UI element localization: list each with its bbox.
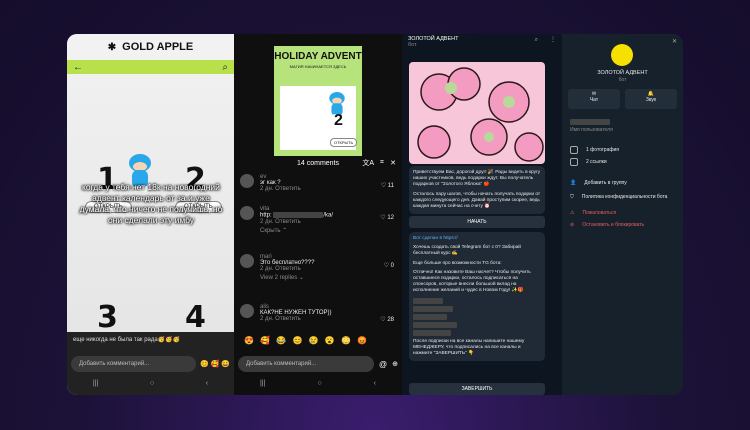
advent-subtitle: МАГИЯ НАЧИНАЕТСЯ ЗДЕСЬ: [289, 64, 347, 69]
close-icon[interactable]: ✕: [390, 159, 396, 167]
search-icon[interactable]: ⌕: [535, 37, 538, 43]
start-button[interactable]: НАЧАТЬ: [409, 216, 545, 228]
like-count: 0: [390, 263, 394, 269]
back-arrow-icon[interactable]: ←: [73, 62, 83, 73]
home-nav-icon[interactable]: ○: [150, 380, 154, 387]
finish-button[interactable]: ЗАВЕРШИТЬ: [409, 383, 545, 395]
report-row[interactable]: ⚠ Пожаловаться: [570, 210, 616, 216]
advent-card: 2 ОТКРЫТЬ: [280, 86, 358, 150]
bot-info-panel: ЗОЛОТОЙ АДВЕНТ бот ✉ Чат 🔔 Звук Имя поль…: [562, 34, 683, 395]
home-nav-icon[interactable]: ○: [317, 380, 321, 387]
advent-title: HOLIDAY ADVENT: [274, 51, 362, 62]
like-count: 28: [387, 317, 394, 323]
comment-input[interactable]: Добавить комментарий...: [238, 356, 374, 372]
comment-4: alis КАК?НЕ НУЖЕН ТУТОР)) 2 дн. Ответить…: [234, 304, 402, 323]
avatar: [240, 254, 254, 268]
message-1: Приветствуем Вас, дорогой друг! 🎉 Рады в…: [409, 166, 545, 215]
comment-input[interactable]: Добавить комментарий...: [71, 356, 196, 372]
add-group-row[interactable]: 👤 Добавить в группу: [570, 180, 627, 186]
more-icon[interactable]: ⋮: [550, 37, 556, 43]
advent-day-number: 2: [334, 112, 343, 129]
logo-icon: ✱: [107, 41, 117, 53]
photos-row[interactable]: 1 фотография: [570, 146, 619, 154]
telegram-chat-panel: ЗОЛОТОЙ АДВЕНТ бот ⌕ ⋮ Приветствуем Вас,…: [402, 34, 562, 395]
like-icon[interactable]: ♡ 12: [380, 214, 394, 221]
filter-icon[interactable]: ⌗: [380, 159, 384, 167]
flower-image: [409, 62, 545, 164]
comment-meta[interactable]: 2 дн. Ответить: [260, 266, 402, 272]
username-hint: Имя пользователя: [570, 127, 613, 134]
brand-name: GOLD APPLE: [122, 41, 194, 53]
chat-subtitle: бот: [408, 42, 417, 49]
comment-1: ev эг как ? 2 дн. Ответить ♡ 11: [234, 174, 402, 192]
menu-nav-icon[interactable]: |||: [260, 380, 265, 387]
like-icon[interactable]: ♡ 28: [380, 316, 394, 323]
advent-banner: HOLIDAY ADVENT МАГИЯ НАЧИНАЕТСЯ ЗДЕСЬ 2 …: [274, 46, 362, 156]
like-icon[interactable]: ♡ 0: [384, 262, 394, 269]
avatar: [240, 206, 254, 220]
links-row[interactable]: 2 ссылки: [570, 158, 607, 166]
shield-icon: ⛉: [570, 194, 574, 200]
emoji-row[interactable]: 😊 🥰 😄: [200, 360, 230, 368]
back-nav-icon[interactable]: ‹: [374, 380, 376, 387]
like-count: 11: [387, 183, 394, 189]
add-user-icon: 👤: [570, 180, 577, 186]
close-icon[interactable]: ✕: [672, 38, 677, 45]
collage-frame: ✱ GOLD APPLE ← ⌕ 1 2 3 4 ОТКРЫТЬ ОТКРЫТЬ…: [67, 34, 683, 395]
search-icon[interactable]: ⌕: [222, 62, 228, 73]
sound-button[interactable]: 🔔 Звук: [625, 89, 677, 109]
number-3: 3: [97, 300, 118, 335]
message-2: Вот сделан в https:// Хочешь создать сво…: [409, 232, 545, 362]
mention-icon[interactable]: @: [379, 360, 387, 369]
site-nav: ← ⌕: [67, 60, 234, 74]
sponsor-list: [413, 297, 541, 336]
gif-icon[interactable]: ⊕: [392, 360, 398, 368]
comment-line: еще никогда не была так рада🥳🥳🥳: [73, 337, 181, 343]
reel-panel: ✱ GOLD APPLE ← ⌕ 1 2 3 4 ОТКРЫТЬ ОТКРЫТЬ…: [67, 34, 234, 395]
report-icon: ⚠: [570, 210, 575, 216]
chat-button[interactable]: ✉ Чат: [568, 89, 620, 109]
bot-name: ЗОЛОТОЙ АДВЕНТ: [597, 70, 648, 76]
brand-header: ✱ GOLD APPLE: [67, 34, 234, 60]
block-row[interactable]: ⊘ Остановить и блокировать: [570, 222, 644, 228]
emoji-quick-row[interactable]: 😍 🥰 😂 😊 😢 😮 😳 😡: [244, 336, 369, 345]
view-replies[interactable]: View 2 replies ⌄: [260, 274, 402, 281]
bot-sub: бот: [618, 77, 627, 83]
avatar: [240, 174, 254, 188]
comments-count: 14 comments: [296, 159, 340, 167]
comments-panel: HOLIDAY ADVENT МАГИЯ НАЧИНАЕТСЯ ЗДЕСЬ 2 …: [234, 34, 402, 395]
link-icon: [570, 158, 578, 166]
avatar: [240, 304, 254, 318]
menu-nav-icon[interactable]: |||: [93, 380, 98, 387]
video-caption: когда у тебя нет 18к на новогодний адвен…: [79, 182, 223, 225]
like-icon[interactable]: ♡ 11: [381, 182, 394, 189]
number-4: 4: [185, 300, 206, 335]
comment-3: mari Это бесплатно???? 2 дн. Ответить Vi…: [234, 254, 402, 281]
privacy-row[interactable]: ⛉ Политика конфиденциальности бота: [570, 194, 667, 200]
like-count: 12: [387, 215, 394, 221]
hide-replies[interactable]: Скрыть ⌃: [260, 227, 402, 234]
back-nav-icon[interactable]: ‹: [206, 380, 208, 387]
block-icon: ⊘: [570, 222, 575, 228]
translate-icon[interactable]: 文A: [362, 158, 374, 168]
bot-avatar: [611, 44, 633, 66]
photo-icon: [570, 146, 578, 154]
advent-open-button[interactable]: ОТКРЫТЬ: [330, 138, 358, 147]
comment-2: vita http: /ka/ 2 дн. Ответить Скрыть ⌃ …: [234, 206, 402, 234]
